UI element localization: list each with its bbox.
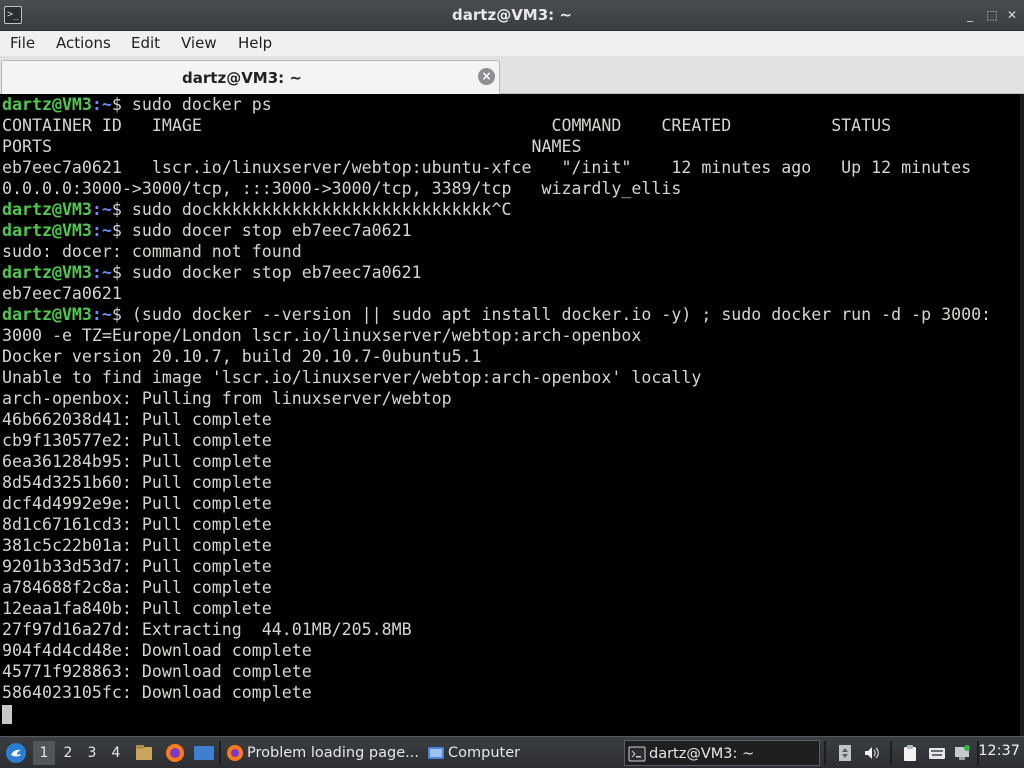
taskbar: 1 2 3 4 Problem loading page... Computer…	[0, 736, 1024, 768]
terminal-output-line: 27f97d16a27d: Extracting 44.01MB/205.8MB	[2, 620, 412, 639]
task-label: Problem loading page...	[247, 745, 419, 761]
workspace-1[interactable]: 1	[33, 741, 55, 765]
taskbar-separator	[890, 741, 892, 765]
terminal-output-line: 5864023105fc: Download complete	[2, 683, 312, 702]
task-terminal[interactable]: dartz@VM3: ~	[624, 740, 820, 766]
workspace-4[interactable]: 4	[105, 741, 127, 765]
prompt-path: :~	[91, 95, 112, 114]
terminal-output-line: cb9f130577e2: Pull complete	[2, 431, 272, 450]
terminal-output: dartz@VM3:~$ sudo docker ps CONTAINER ID …	[2, 94, 991, 724]
task-label: dartz@VM3: ~	[649, 746, 755, 762]
terminal-output-line: eb7eec7a0621 lscr.io/linuxserver/webtop:…	[2, 158, 972, 177]
taskbar-separator	[824, 741, 826, 765]
terminal-cursor-line	[2, 703, 991, 724]
terminal-output-line: eb7eec7a0621	[2, 284, 122, 303]
terminal-output-line: 904f4d4cd48e: Download complete	[2, 641, 312, 660]
prompt-path: :~	[91, 200, 112, 219]
prompt-user: dartz@VM3	[2, 263, 92, 282]
prompt-path: :~	[91, 221, 112, 240]
task-computer[interactable]: Computer	[424, 740, 620, 766]
file-manager-launcher-icon[interactable]	[134, 741, 154, 765]
menu-view[interactable]: View	[181, 34, 217, 52]
workspace-3[interactable]: 3	[81, 741, 103, 765]
prompt-command: $ sudo docker stop eb7eec7a0621	[111, 263, 422, 282]
terminal-prompt-line: dartz@VM3:~$ sudo docer stop eb7eec7a062…	[2, 220, 991, 241]
terminal-view[interactable]: dartz@VM3:~$ sudo docker ps CONTAINER ID …	[0, 94, 1024, 736]
clock[interactable]: 12:37	[978, 743, 1020, 759]
prompt-command: $ (sudo docker --version || sudo apt ins…	[111, 305, 992, 324]
terminal-output-line: Docker version 20.10.7, build 20.10.7-0u…	[2, 347, 482, 366]
terminal-prompt-line: dartz@VM3:~$ sudo dockkkkkkkkkkkkkkkkkkk…	[2, 199, 991, 220]
terminal-icon	[628, 745, 646, 763]
task-label: Computer	[448, 745, 521, 761]
terminal-prompt-line: dartz@VM3:~$ sudo docker stop eb7eec7a06…	[2, 262, 991, 283]
terminal-output-line: 45771f928863: Download complete	[2, 662, 312, 681]
terminal-output-line: 8d54d3251b60: Pull complete	[2, 473, 272, 492]
prompt-user: dartz@VM3	[2, 305, 92, 324]
desktop-launcher-icon[interactable]	[193, 741, 215, 765]
menu-help[interactable]: Help	[238, 34, 272, 52]
terminal-output-line: 12eaa1fa840b: Pull complete	[2, 599, 272, 618]
maximize-icon[interactable]: ⬚	[984, 7, 1000, 23]
terminal-scrollbar[interactable]	[1020, 94, 1024, 736]
prompt-user: dartz@VM3	[2, 95, 92, 114]
tab-label: dartz@VM3: ~	[182, 69, 302, 87]
window-titlebar[interactable]: >_ dartz@VM3: ~ _ ⬚ ✕	[0, 0, 1024, 31]
prompt-path: :~	[91, 263, 112, 282]
prompt-path: :~	[91, 305, 112, 324]
terminal-output-line: CONTAINER ID IMAGE COMMAND CREATED STATU…	[2, 116, 892, 135]
prompt-user: dartz@VM3	[2, 200, 92, 219]
prompt-user: dartz@VM3	[2, 221, 92, 240]
close-icon[interactable]: ✕	[1004, 7, 1020, 23]
firefox-launcher-icon[interactable]	[164, 741, 186, 765]
tab-terminal[interactable]: dartz@VM3: ~ ×	[1, 60, 500, 94]
network-icon[interactable]	[953, 744, 971, 762]
terminal-output-line: 8d1c67161cd3: Pull complete	[2, 515, 272, 534]
prompt-command: $ sudo docer stop eb7eec7a0621	[111, 221, 412, 240]
folder-icon	[427, 744, 445, 762]
terminal-output-line: dcf4d4992e9e: Pull complete	[2, 494, 272, 513]
terminal-output-line: 6ea361284b95: Pull complete	[2, 452, 272, 471]
scroll-indicator-icon[interactable]	[836, 744, 854, 762]
menu-edit[interactable]: Edit	[131, 34, 160, 52]
prompt-command: $ sudo dockkkkkkkkkkkkkkkkkkkkkkkkkkkk^C	[111, 200, 512, 219]
firefox-icon	[226, 744, 244, 762]
prompt-command: $ sudo docker ps	[111, 95, 272, 114]
terminal-prompt-line: dartz@VM3:~$ sudo docker ps	[2, 94, 991, 115]
task-firefox[interactable]: Problem loading page...	[223, 740, 419, 766]
terminal-output-line: PORTS NAMES	[2, 137, 582, 156]
volume-icon[interactable]	[863, 744, 881, 762]
menu-bar: File Actions Edit View Help	[0, 31, 1024, 56]
terminal-output-line: sudo: docer: command not found	[2, 242, 302, 261]
terminal-output-line: 3000 -e TZ=Europe/London lscr.io/linuxse…	[2, 326, 642, 345]
terminal-output-line: 9201b33d53d7: Pull complete	[2, 557, 272, 576]
workspace-2[interactable]: 2	[57, 741, 79, 765]
terminal-output-line: 46b662038d41: Pull complete	[2, 410, 272, 429]
menu-file[interactable]: File	[10, 34, 35, 52]
terminal-prompt-line: dartz@VM3:~$ (sudo docker --version || s…	[2, 304, 991, 325]
clipboard-icon[interactable]	[901, 744, 919, 762]
terminal-output-line: 0.0.0.0:3000->3000/tcp, :::3000->3000/tc…	[2, 179, 682, 198]
start-menu-icon[interactable]	[4, 741, 28, 765]
taskbar-separator	[219, 741, 221, 765]
minimize-icon[interactable]: _	[962, 7, 978, 23]
terminal-output-line: arch-openbox: Pulling from linuxserver/w…	[2, 389, 452, 408]
text-cursor	[2, 705, 12, 724]
keyboard-icon[interactable]	[928, 744, 946, 762]
terminal-output-line: 381c5c22b01a: Pull complete	[2, 536, 272, 555]
tab-close-icon[interactable]: ×	[478, 68, 495, 85]
menu-actions[interactable]: Actions	[56, 34, 111, 52]
window-title: dartz@VM3: ~	[452, 6, 572, 24]
terminal-output-line: Unable to find image 'lscr.io/linuxserve…	[2, 368, 702, 387]
tab-bar: dartz@VM3: ~ ×	[0, 56, 1024, 94]
terminal-output-line: a784688f2c8a: Pull complete	[2, 578, 272, 597]
